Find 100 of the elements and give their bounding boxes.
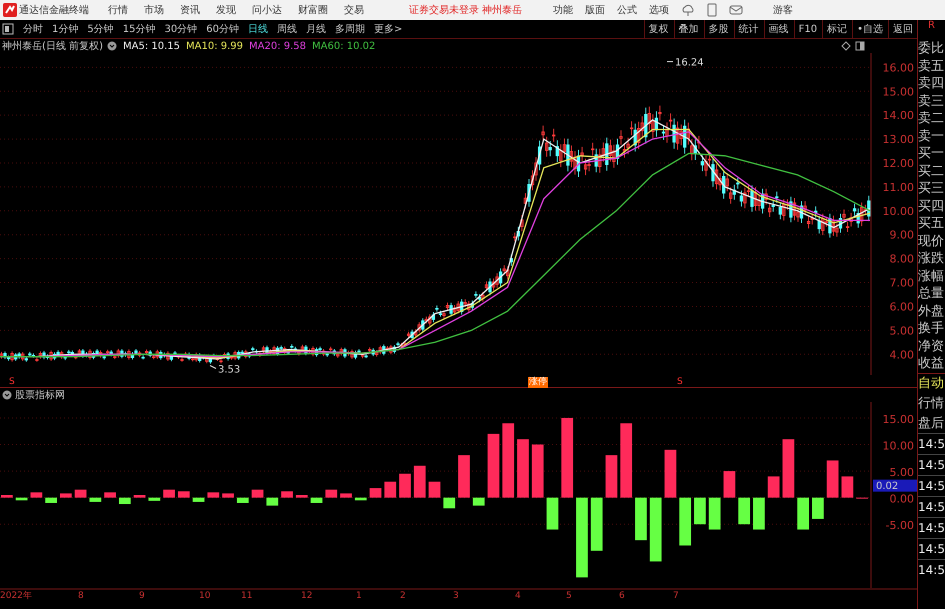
indicator-bar xyxy=(118,498,131,504)
quote-label: 涨幅 xyxy=(918,268,945,285)
panel-icon[interactable] xyxy=(855,41,865,51)
action-button[interactable]: •自选 xyxy=(852,20,887,38)
trade-time: 14:5 xyxy=(918,558,945,580)
quote-label: 买一 xyxy=(918,145,945,162)
menu-item[interactable]: 财富圈 xyxy=(291,3,335,17)
indicator-bar xyxy=(738,498,750,524)
period-tab[interactable]: 60分钟 xyxy=(202,22,243,36)
date-tick: 1 xyxy=(356,591,362,602)
price-tick: 14.00 xyxy=(882,109,914,122)
indicator-bar xyxy=(532,444,544,498)
period-tab[interactable]: 更多> xyxy=(370,22,406,36)
side-header: R xyxy=(927,20,936,33)
action-button[interactable]: 返回 xyxy=(888,20,917,38)
period-tab[interactable]: 分时 xyxy=(19,22,47,36)
logo-icon xyxy=(3,3,17,17)
action-button[interactable]: 复权 xyxy=(644,20,673,38)
menu-item[interactable]: 交易 xyxy=(337,3,371,17)
indicator-bar xyxy=(826,460,838,498)
user-button[interactable]: 游客 xyxy=(768,3,798,17)
cloud-icon[interactable] xyxy=(681,3,696,17)
indicator-bar xyxy=(134,495,146,498)
quote-label: 净资 xyxy=(918,338,945,355)
chevron-icon[interactable] xyxy=(106,41,117,51)
price-tick: 9.00 xyxy=(890,228,914,242)
menu-item[interactable]: 资讯 xyxy=(173,3,207,17)
action-button[interactable]: 标记 xyxy=(822,20,852,38)
period-tab[interactable]: 30分钟 xyxy=(160,22,202,36)
quote-label: 买五 xyxy=(918,215,945,232)
indicator-bar xyxy=(694,498,706,524)
mail-icon[interactable] xyxy=(729,4,744,16)
menu-item[interactable]: 市场 xyxy=(137,3,171,17)
indicator-bar xyxy=(45,498,57,503)
indicator-tick: -5.00 xyxy=(886,519,914,532)
indicator-bar xyxy=(797,498,810,530)
menu-item[interactable]: 问小达 xyxy=(245,3,289,17)
price-tick: 12.00 xyxy=(882,156,914,170)
quote-label: 换手 xyxy=(918,320,945,338)
indicator-tick: 15.00 xyxy=(882,412,914,426)
indicator-bar xyxy=(236,498,249,503)
mode-tab[interactable]: 盘后 xyxy=(918,412,945,432)
indicator-bar xyxy=(753,498,765,530)
diamond-icon[interactable] xyxy=(841,41,851,51)
period-tab[interactable]: 周线 xyxy=(272,22,301,36)
date-tick: 10 xyxy=(199,591,210,602)
date-tick: 2 xyxy=(400,591,406,602)
login-status: 证券交易未登录 神州泰岳 xyxy=(409,4,522,17)
indicator-bar xyxy=(16,498,28,500)
menu-item[interactable]: 发现 xyxy=(209,3,243,17)
menu-item[interactable]: 行情 xyxy=(101,3,135,17)
mode-tab[interactable]: 行情 xyxy=(918,392,945,412)
indicator-bar xyxy=(650,498,662,562)
toolbar-menu-item[interactable]: 功能 xyxy=(548,3,578,17)
indicator-bar xyxy=(782,439,794,498)
period-tab[interactable]: 多周期 xyxy=(330,22,369,36)
period-tab[interactable]: 日线 xyxy=(244,22,272,36)
action-button[interactable]: 统计 xyxy=(734,20,763,38)
action-button[interactable]: 叠加 xyxy=(674,20,703,38)
mode-tab[interactable]: 自动 xyxy=(918,372,945,392)
action-button[interactable]: 多股 xyxy=(704,20,733,38)
indicator-bar xyxy=(207,492,220,498)
indicator-bar xyxy=(472,498,485,506)
action-button[interactable]: 画线 xyxy=(764,20,793,38)
chevron-icon[interactable] xyxy=(2,390,12,400)
toolbar-menu-item[interactable]: 版面 xyxy=(580,3,610,17)
price-tick: 6.00 xyxy=(890,300,914,314)
indicator-bar xyxy=(1,495,13,498)
quote-label: 买四 xyxy=(918,198,945,215)
price-extreme-label: 16.24 xyxy=(675,58,704,69)
quote-label: 涨跌 xyxy=(918,250,945,268)
date-tick: 11 xyxy=(241,591,252,602)
trade-time: 14:5 xyxy=(918,538,945,558)
trade-time: 14:5 xyxy=(918,454,945,474)
square-icon[interactable] xyxy=(2,23,14,35)
indicator-bar xyxy=(178,491,190,498)
toolbar-menu-item[interactable]: 选项 xyxy=(644,3,674,17)
indicator-bar xyxy=(443,498,456,508)
phone-icon[interactable] xyxy=(707,3,718,17)
period-tab[interactable]: 5分钟 xyxy=(83,22,118,36)
trade-time: 14:5 xyxy=(918,432,945,454)
stock-title: 神州泰岳(日线 前复权) xyxy=(2,40,103,53)
indicator-tick: 0.00 xyxy=(890,492,914,506)
trade-time: 14:5 xyxy=(918,516,945,538)
indicator-bar xyxy=(768,476,780,498)
toolbar-menu-item[interactable]: 公式 xyxy=(612,3,642,17)
period-tab[interactable]: 15分钟 xyxy=(118,22,160,36)
indicator-bar xyxy=(517,439,529,498)
indicator-bar xyxy=(724,471,736,498)
period-tab[interactable]: 月线 xyxy=(302,22,330,36)
period-tab[interactable]: 1分钟 xyxy=(48,22,82,36)
indicator-title: 股票指标网 xyxy=(15,388,65,402)
quote-label: 卖一 xyxy=(918,128,945,145)
action-button[interactable]: F10 xyxy=(794,20,822,38)
indicator-tick: 10.00 xyxy=(882,440,914,453)
indicator-bar xyxy=(428,482,440,498)
trade-time: 14:5 xyxy=(918,474,945,496)
indicator-bar xyxy=(488,434,500,498)
date-tick: 9 xyxy=(139,591,145,602)
indicator-bar xyxy=(354,498,367,500)
